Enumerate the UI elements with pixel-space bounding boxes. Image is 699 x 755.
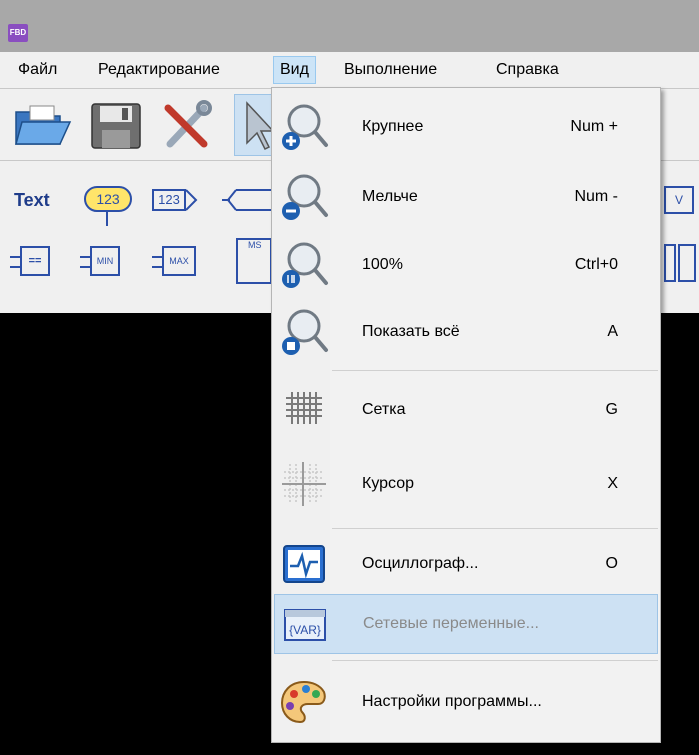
menu-bar: Файл Редактирование Вид Выполнение Справ… xyxy=(0,52,699,88)
menu-item-zoom-100[interactable]: 100% Ctrl+0 xyxy=(274,232,658,298)
variable-block[interactable]: V xyxy=(664,186,694,214)
timer-block[interactable] xyxy=(664,244,676,282)
block-pins-icon xyxy=(10,256,20,268)
open-folder-icon[interactable] xyxy=(12,100,72,150)
menu-item-zoom-fit[interactable]: Показать всё A xyxy=(274,298,658,366)
mux-block[interactable]: MS xyxy=(236,238,272,284)
output-arrow-icon xyxy=(186,189,198,211)
menu-item-network-variables[interactable]: {VAR} Сетевые переменные... xyxy=(274,594,658,654)
palette-icon xyxy=(280,680,326,724)
generator-block[interactable] xyxy=(678,244,696,282)
menu-item-shortcut: O xyxy=(605,555,618,572)
max-block[interactable]: MAX xyxy=(162,246,196,276)
menu-item-label: Курсор xyxy=(362,475,415,492)
menu-item-cursor[interactable]: Курсор X xyxy=(274,444,658,524)
app-icon[interactable]: FBD xyxy=(8,24,28,42)
zoom-fit-icon xyxy=(282,309,328,355)
menu-item-label: 100% xyxy=(362,256,403,273)
menu-view[interactable]: Вид xyxy=(273,56,316,84)
cursor-crosshair-icon xyxy=(282,462,326,506)
menu-item-label: Сетевые переменные... xyxy=(363,615,539,632)
menu-item-label: Крупнее xyxy=(362,118,424,135)
constant-tool[interactable]: 123 xyxy=(84,186,132,212)
output-constant-tool[interactable]: 123 xyxy=(152,189,186,211)
menu-item-label: Мельче xyxy=(362,188,418,205)
menu-item-zoom-out[interactable]: Мельче Num - xyxy=(274,162,658,232)
tools-icon[interactable] xyxy=(160,100,216,152)
title-bar: FBD xyxy=(0,0,699,52)
menu-run[interactable]: Выполнение xyxy=(338,56,443,84)
view-menu-dropdown: Крупнее Num + Мельче Num - 100% Ctrl+0 П… xyxy=(271,87,661,743)
constant-tool-pin xyxy=(106,212,108,226)
grid-icon xyxy=(286,392,322,424)
menu-item-shortcut: Ctrl+0 xyxy=(574,256,618,273)
menu-separator xyxy=(332,660,658,661)
menu-item-label: Настройки программы... xyxy=(362,693,542,710)
block-pins-icon xyxy=(152,256,162,268)
text-tool[interactable]: Text xyxy=(14,190,50,211)
oscilloscope-icon xyxy=(283,545,325,583)
menu-item-grid[interactable]: Сетка G xyxy=(274,376,658,444)
menu-item-shortcut: A xyxy=(607,323,618,340)
menu-item-oscilloscope[interactable]: Осциллограф... O xyxy=(274,534,658,594)
menu-separator xyxy=(332,528,658,529)
menu-item-shortcut: X xyxy=(607,475,618,492)
menu-item-shortcut: Num + xyxy=(570,118,618,135)
menu-item-label: Сетка xyxy=(362,401,406,418)
menu-file[interactable]: Файл xyxy=(12,56,63,84)
menu-item-label: Осциллограф... xyxy=(362,555,479,572)
menu-edit[interactable]: Редактирование xyxy=(92,56,226,84)
menu-item-label: Показать всё xyxy=(362,323,460,340)
block-pins-icon xyxy=(80,256,90,268)
zoom-in-icon xyxy=(282,104,328,150)
min-block[interactable]: MIN xyxy=(90,246,120,276)
menu-help[interactable]: Справка xyxy=(490,56,565,84)
menu-item-shortcut: G xyxy=(605,401,618,418)
network-variables-icon: {VAR} xyxy=(284,609,326,641)
zoom-out-icon xyxy=(282,174,328,220)
input-tag-icon[interactable] xyxy=(222,189,272,211)
compare-block[interactable]: == xyxy=(20,246,50,276)
menu-item-zoom-in[interactable]: Крупнее Num + xyxy=(274,92,658,162)
menu-item-program-settings[interactable]: Настройки программы... xyxy=(274,666,658,738)
zoom-100-icon xyxy=(282,242,328,288)
var-icon-text: {VAR} xyxy=(289,623,321,637)
menu-separator xyxy=(332,370,658,371)
menu-item-shortcut: Num - xyxy=(574,188,618,205)
save-icon[interactable] xyxy=(88,100,144,152)
